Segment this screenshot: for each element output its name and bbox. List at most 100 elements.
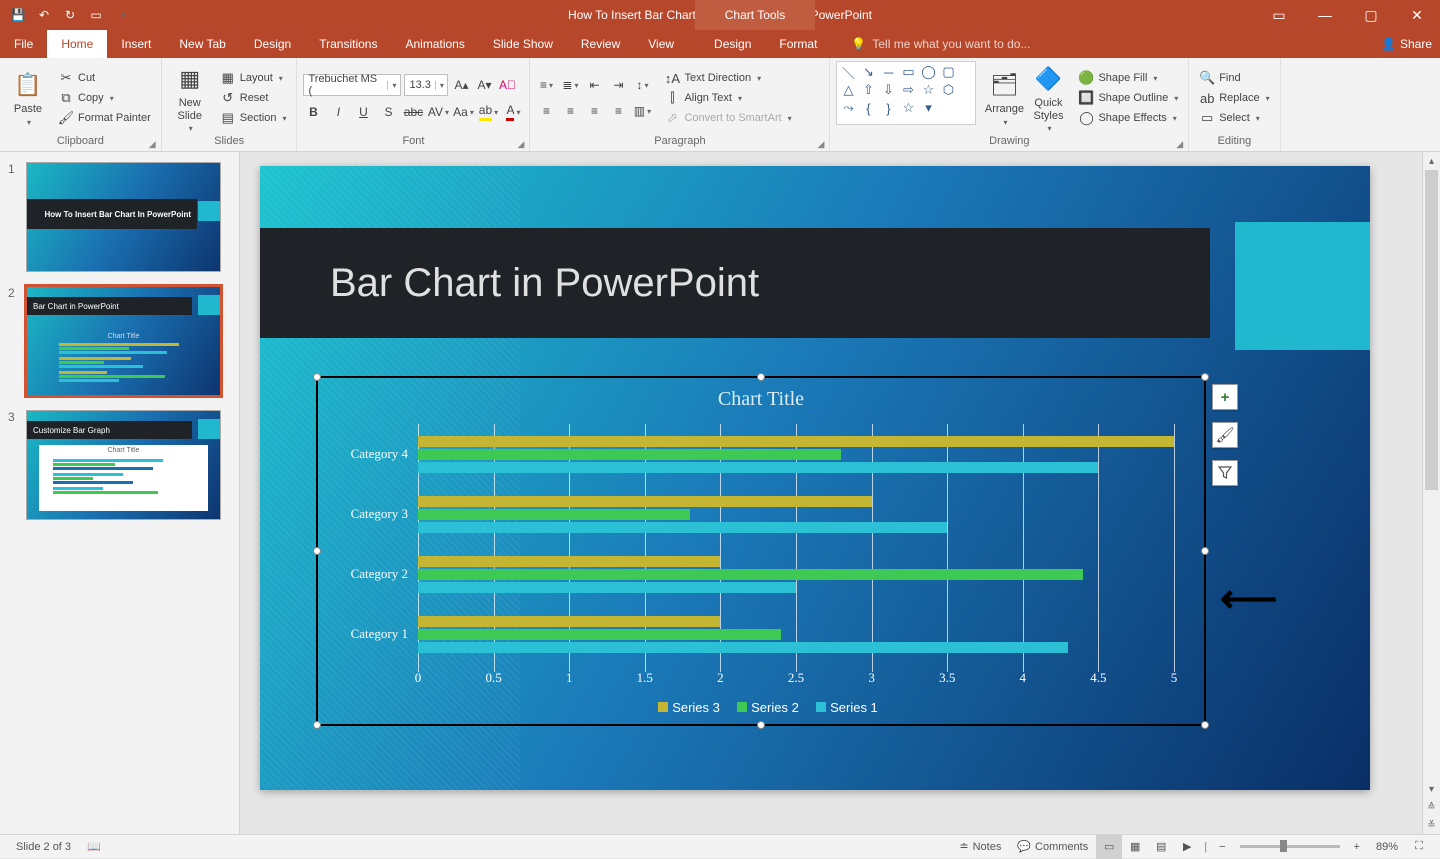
shape-connector-icon[interactable]: ⤳ <box>839 100 857 116</box>
zoom-slider[interactable] <box>1240 845 1340 848</box>
vertical-scrollbar[interactable]: ▴ ▾ ≙ ≚ <box>1422 152 1440 834</box>
decrease-indent-button[interactable]: ⇤ <box>584 75 604 95</box>
shape-rounded-icon[interactable]: ▢ <box>939 64 957 80</box>
comments-button[interactable]: 💬 Comments <box>1009 835 1096 859</box>
highlight-button[interactable]: ab <box>478 102 498 122</box>
shape-downarrow-icon[interactable]: ⇩ <box>879 82 897 98</box>
tab-transitions[interactable]: Transitions <box>305 30 391 58</box>
redo-icon[interactable]: ↻ <box>62 7 78 23</box>
shape-oval-icon[interactable]: ◯ <box>919 64 937 80</box>
paste-button[interactable]: 📋Paste <box>6 61 50 135</box>
tab-slideshow[interactable]: Slide Show <box>479 30 567 58</box>
shape-star-icon[interactable]: ☆ <box>919 82 937 98</box>
chart-styles-button[interactable]: 🖌 <box>1212 422 1238 448</box>
undo-icon[interactable]: ↶ <box>36 7 52 23</box>
quick-styles-button[interactable]: 🔷Quick Styles <box>1026 61 1070 135</box>
text-direction-button[interactable]: ↕AText Direction <box>660 69 795 87</box>
font-dialog-launcher[interactable]: ◢ <box>517 139 527 149</box>
justify-button[interactable]: ≡ <box>608 101 628 121</box>
thumbnail-3[interactable]: Customize Bar Graph Chart Title <box>26 410 221 520</box>
resize-handle-ne[interactable] <box>1201 373 1209 381</box>
share-button[interactable]: 👤Share <box>1381 30 1432 58</box>
tab-design[interactable]: Design <box>240 30 305 58</box>
find-button[interactable]: 🔍Find <box>1195 69 1273 87</box>
section-button[interactable]: ▤Section <box>216 109 291 127</box>
increase-indent-button[interactable]: ⇥ <box>608 75 628 95</box>
strikethrough-button[interactable]: abc <box>403 102 423 122</box>
font-color-button[interactable]: A <box>503 102 523 122</box>
spell-check-icon[interactable]: 📖 <box>79 835 109 859</box>
font-name-combo[interactable]: Trebuchet MS (▾ <box>303 74 401 96</box>
drawing-dialog-launcher[interactable]: ◢ <box>1176 139 1186 149</box>
tab-chart-design[interactable]: Design <box>700 30 765 58</box>
font-size-combo[interactable]: 13.3▾ <box>404 74 448 96</box>
resize-handle-nw[interactable] <box>313 373 321 381</box>
select-button[interactable]: ▭Select <box>1195 109 1273 127</box>
new-slide-button[interactable]: ▦New Slide <box>168 61 212 135</box>
shape-effects-button[interactable]: ◯Shape Effects <box>1074 109 1182 127</box>
save-icon[interactable]: 💾 <box>10 7 26 23</box>
shapes-gallery[interactable]: ＼ ↘ ─ ▭ ◯ ▢ △ ⇧ ⇩ ⇨ ☆ ⬡ ⤳ { } ☆ ▾ <box>836 61 976 125</box>
zoom-slider-knob[interactable] <box>1280 840 1287 852</box>
layout-button[interactable]: ▦Layout <box>216 69 291 87</box>
bullets-button[interactable]: ≡ <box>536 75 556 95</box>
shape-brace-left-icon[interactable]: { <box>859 100 877 116</box>
chart-object[interactable]: Chart Title Category 4Category 3Category… <box>316 376 1206 726</box>
increase-font-icon[interactable]: A▴ <box>451 75 471 95</box>
slide-indicator[interactable]: Slide 2 of 3 <box>8 835 79 859</box>
shape-brace-right-icon[interactable]: } <box>879 100 897 116</box>
slide-canvas[interactable]: Bar Chart in PowerPoint Chart Title Cate… <box>260 166 1370 790</box>
reading-view-icon[interactable]: ▤ <box>1148 835 1174 859</box>
shape-line-icon[interactable]: ＼ <box>839 64 857 80</box>
qat-customize-icon[interactable] <box>114 7 130 23</box>
align-text-button[interactable]: ⫿Align Text <box>660 89 795 107</box>
sorter-view-icon[interactable]: ▦ <box>1122 835 1148 859</box>
zoom-in-button[interactable]: + <box>1346 835 1368 859</box>
clipboard-dialog-launcher[interactable]: ◢ <box>149 139 159 149</box>
tab-view[interactable]: View <box>634 30 688 58</box>
fit-to-window-icon[interactable]: ⛶ <box>1406 835 1432 859</box>
tab-chart-format[interactable]: Format <box>765 30 831 58</box>
start-from-beginning-icon[interactable]: ▭ <box>88 7 104 23</box>
minimize-icon[interactable]: — <box>1302 0 1348 30</box>
tab-file[interactable]: File <box>0 30 47 58</box>
format-painter-button[interactable]: 🖌Format Painter <box>54 109 155 127</box>
shape-more-icon[interactable]: ▾ <box>919 100 937 116</box>
font-name-dropdown-icon[interactable]: ▾ <box>387 81 396 90</box>
maximize-icon[interactable]: ▢ <box>1348 0 1394 30</box>
char-spacing-button[interactable]: AV <box>428 102 448 122</box>
font-size-dropdown-icon[interactable]: ▾ <box>435 81 444 90</box>
slide-title-block[interactable]: Bar Chart in PowerPoint <box>260 228 1210 338</box>
change-case-button[interactable]: Aa <box>453 102 473 122</box>
shape-triangle-icon[interactable]: △ <box>839 82 857 98</box>
cut-button[interactable]: ✂Cut <box>54 69 155 87</box>
align-right-button[interactable]: ≡ <box>584 101 604 121</box>
scroll-down-icon[interactable]: ▾ <box>1423 780 1440 798</box>
shape-line2-icon[interactable]: ─ <box>879 64 897 80</box>
tab-home[interactable]: Home <box>47 30 107 58</box>
scroll-up-icon[interactable]: ▴ <box>1423 152 1440 170</box>
next-slide-icon[interactable]: ≚ <box>1423 816 1440 834</box>
shadow-button[interactable]: S <box>378 102 398 122</box>
zoom-level[interactable]: 89% <box>1368 835 1406 859</box>
chart-title[interactable]: Chart Title <box>318 388 1204 411</box>
shape-hex-icon[interactable]: ⬡ <box>939 82 957 98</box>
chart-filter-button[interactable] <box>1212 460 1238 486</box>
shape-fill-button[interactable]: 🟢Shape Fill <box>1074 69 1182 87</box>
underline-button[interactable]: U <box>353 102 373 122</box>
ribbon-display-options-icon[interactable]: ▭ <box>1256 0 1302 30</box>
thumbnail-2[interactable]: Bar Chart in PowerPoint Chart Title <box>26 286 221 396</box>
italic-button[interactable]: I <box>328 102 348 122</box>
tab-newtab[interactable]: New Tab <box>165 30 239 58</box>
zoom-out-button[interactable]: − <box>1211 835 1233 859</box>
align-center-button[interactable]: ≡ <box>560 101 580 121</box>
resize-handle-n[interactable] <box>757 373 765 381</box>
chart-plot-area[interactable]: Category 4Category 3Category 2Category 1 <box>418 424 1174 664</box>
chart-legend[interactable]: Series 3 Series 2 Series 1 <box>318 700 1204 716</box>
convert-smartart-button[interactable]: ⬀Convert to SmartArt <box>660 109 795 127</box>
chart-elements-button[interactable]: + <box>1212 384 1238 410</box>
clear-formatting-icon[interactable]: A⃠ <box>497 75 517 95</box>
numbering-button[interactable]: ≣ <box>560 75 580 95</box>
bold-button[interactable]: B <box>303 102 323 122</box>
tab-review[interactable]: Review <box>567 30 634 58</box>
